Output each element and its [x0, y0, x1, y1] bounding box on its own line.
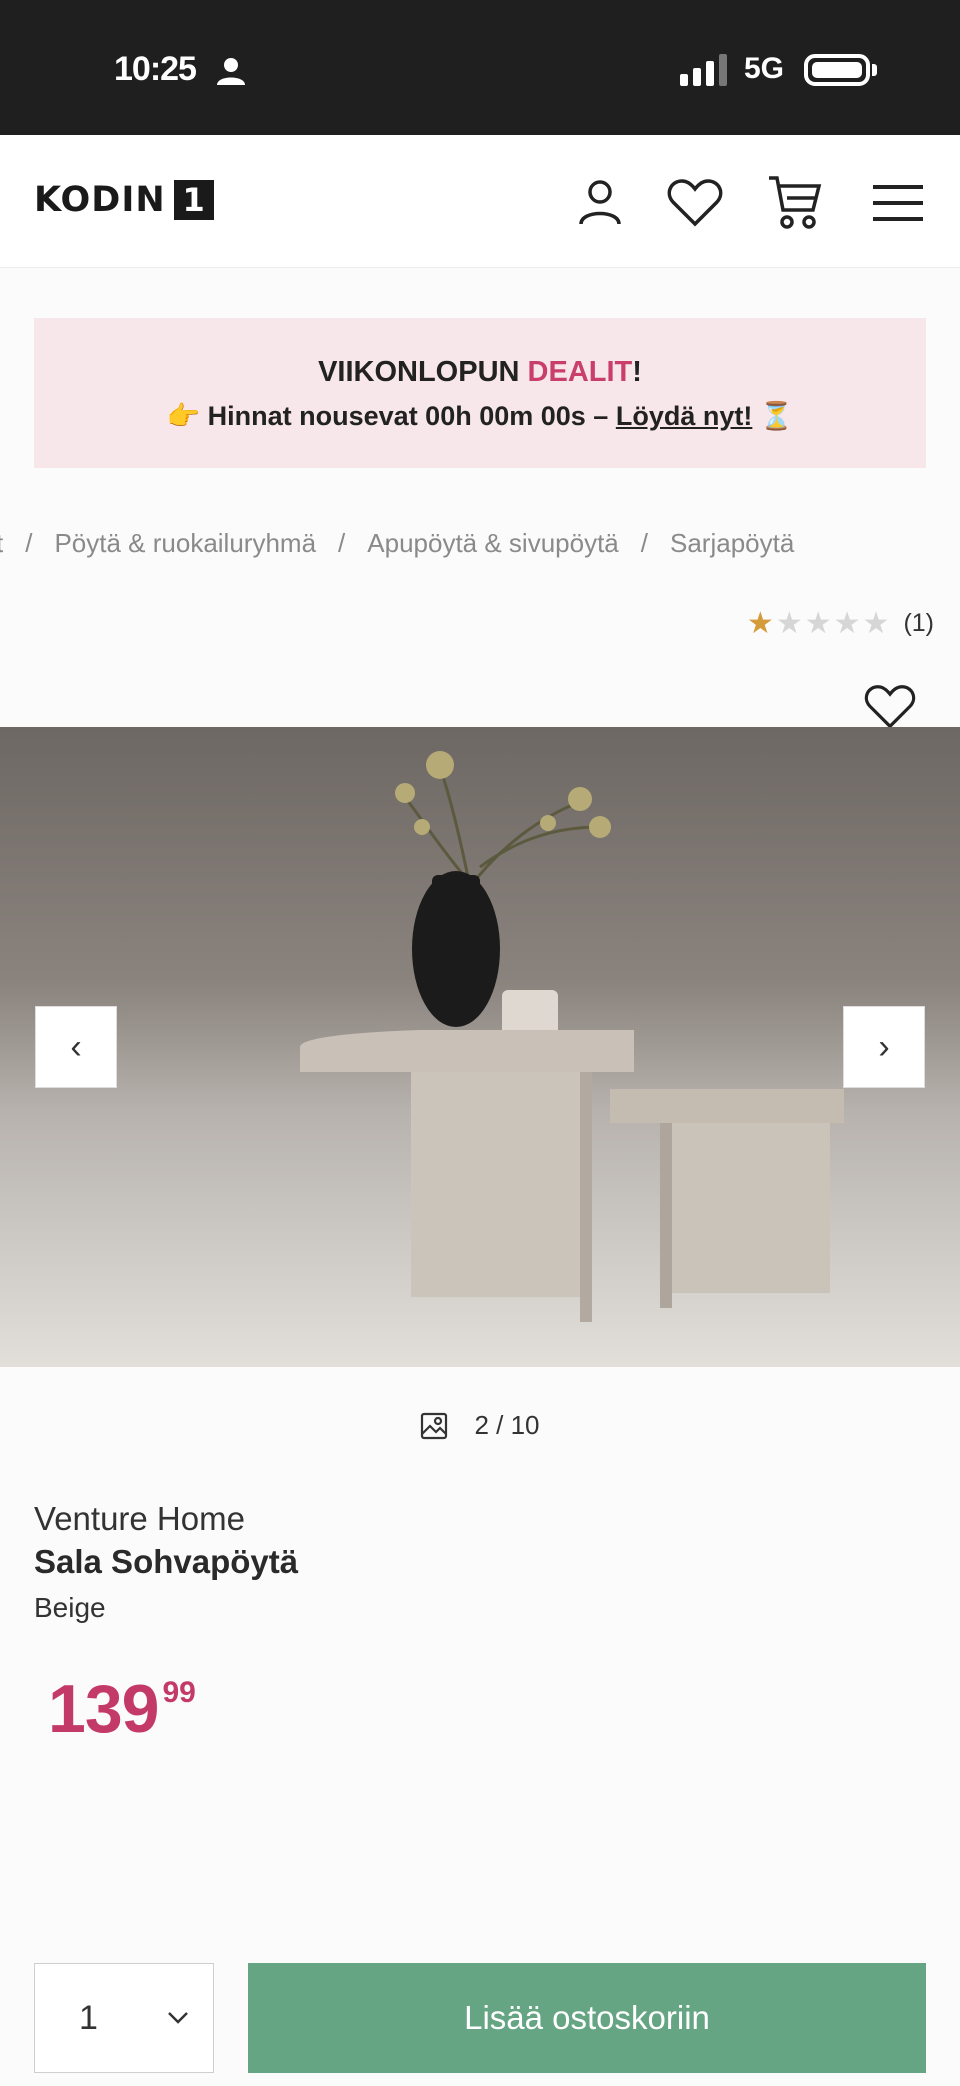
find-now-link[interactable]: Löydä nyt! [616, 401, 753, 431]
star-icon: ★ [804, 607, 832, 640]
logo-number: 1 [173, 180, 214, 220]
add-to-cart-button[interactable]: Lisää ostoskoriin [248, 1963, 926, 2073]
promo-title-plain: VIIKONLOPUN [318, 356, 528, 388]
product-photo [300, 751, 844, 1322]
star-icon: ★ [833, 607, 861, 640]
promo-countdown: 👉 Hinnat nousevat 00h 00m 00s – Löydä ny… [34, 400, 926, 432]
promo-title: VIIKONLOPUN DEALIT! [34, 356, 926, 389]
previous-image-button[interactable]: ‹ [35, 1006, 117, 1088]
breadcrumb-item[interactable]: Pöytä & ruokailuryhmä [54, 528, 316, 558]
breadcrumb-item[interactable]: Sarjapöytä [670, 528, 794, 558]
chevron-down-icon [168, 2012, 188, 2024]
site-header: KODIN 1 [0, 135, 960, 268]
next-image-button[interactable]: › [843, 1006, 925, 1088]
breadcrumb-item[interactable]: t [0, 528, 3, 558]
image-icon [421, 1412, 448, 1439]
quantity-value: 1 [79, 1998, 98, 2037]
account-icon[interactable] [570, 173, 630, 233]
product-image[interactable] [0, 727, 960, 1367]
add-to-wishlist-button[interactable] [860, 680, 920, 734]
quantity-select[interactable]: 1 [34, 1963, 214, 2073]
image-counter-text: 2 / 10 [474, 1410, 540, 1440]
product-name: Sala Sohvapöytä [34, 1543, 299, 1580]
cart-icon[interactable] [765, 173, 825, 233]
wishlist-icon[interactable] [665, 173, 725, 233]
person-icon [217, 58, 245, 85]
battery-tip [872, 64, 877, 76]
star-icon: ★ [746, 607, 774, 640]
signal-icon [680, 54, 727, 86]
menu-icon[interactable] [868, 173, 928, 233]
product-variant: Beige [34, 1592, 106, 1623]
promo-title-end: ! [632, 356, 642, 388]
image-counter: 2 / 10 [0, 1410, 960, 1441]
network-type: 5G [744, 52, 785, 85]
breadcrumb-item[interactable]: Apupöytä & sivupöytä [367, 528, 619, 558]
battery-icon [804, 54, 870, 86]
promo-title-accent: DEALIT [527, 356, 633, 388]
kodin1-logo[interactable]: KODIN 1 [34, 180, 214, 220]
rating-count: (1) [903, 609, 934, 637]
hourglass-icon: ⏳ [759, 401, 794, 431]
breadcrumb: t/Pöytä & ruokailuryhmä/Apupöytä & sivup… [0, 528, 960, 559]
product-brand[interactable]: Venture Home [34, 1500, 245, 1538]
star-icon: ★ [775, 607, 803, 640]
star-icon: ★ [862, 607, 890, 640]
promo-banner[interactable]: VIIKONLOPUN DEALIT! 👉 Hinnat nousevat 00… [34, 318, 926, 468]
product-rating[interactable]: ★ ★ ★ ★ ★ (1) [745, 606, 934, 641]
product-price: 139 99 [48, 1670, 196, 1748]
status-time: 10:25 [114, 50, 197, 88]
price-main: 139 [48, 1671, 159, 1747]
countdown-text: Hinnat nousevat 00h 00m 00s – [207, 401, 616, 431]
price-cents: 99 [162, 1676, 196, 1709]
pointing-hand-icon: 👉 [166, 401, 201, 431]
status-bar: 10:25 5G [0, 0, 960, 135]
logo-text: KODIN [34, 180, 166, 220]
